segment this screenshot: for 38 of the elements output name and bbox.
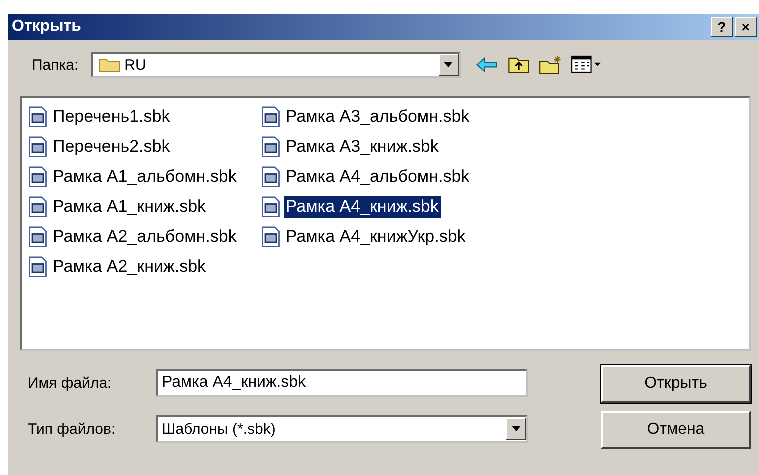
folder-label: Папка: <box>32 56 79 74</box>
file-icon <box>28 136 48 158</box>
file-name[interactable]: Рамка А2_книж.sbk <box>51 256 208 278</box>
file-name[interactable]: Рамка А2_альбомн.sbk <box>51 226 239 248</box>
folder-icon <box>98 57 121 73</box>
file-icon <box>28 166 48 188</box>
cancel-button[interactable]: Отмена <box>601 411 751 449</box>
filetype-dropdown[interactable]: Шаблоны (*.sbk) <box>156 415 528 443</box>
filename-label: Имя файла: <box>28 374 113 392</box>
file-name[interactable]: Рамка А1_альбомн.sbk <box>51 166 239 188</box>
file-name[interactable]: Рамка А1_книж.sbk <box>51 196 208 218</box>
file-icon <box>260 226 281 248</box>
file-name[interactable]: Рамка А3_книж.sbk <box>284 136 441 158</box>
window-title: Открыть <box>12 18 82 36</box>
filename-field[interactable]: Рамка А4_книж.sbk <box>156 369 528 397</box>
filetype-label: Тип файлов: <box>28 420 117 438</box>
file-icon <box>260 166 281 188</box>
view-menu-icon[interactable] <box>570 55 603 75</box>
file-name[interactable]: Рамка А4_книжУкр.sbk <box>284 226 468 248</box>
file-icon <box>28 196 48 218</box>
help-button[interactable]: ? <box>711 17 733 37</box>
file-icon <box>28 106 48 128</box>
file-name[interactable]: Рамка А4_книж.sbk <box>284 196 441 218</box>
folder-up-icon[interactable] <box>506 55 531 75</box>
open-button[interactable]: Открыть <box>601 365 751 403</box>
file-icon <box>260 196 281 218</box>
file-name[interactable]: Перечень1.sbk <box>51 106 172 128</box>
folder-dropdown[interactable]: RU <box>90 52 461 78</box>
back-arrow-icon[interactable] <box>474 55 499 75</box>
close-button[interactable]: × <box>735 17 757 37</box>
file-icon <box>260 106 281 128</box>
file-name[interactable]: Перечень2.sbk <box>51 136 172 158</box>
file-name[interactable]: Рамка А3_альбомн.sbk <box>284 106 472 128</box>
file-name[interactable]: Рамка А4_альбомн.sbk <box>284 166 472 188</box>
file-icon <box>28 256 48 278</box>
new-folder-icon[interactable] <box>538 55 563 75</box>
file-icon <box>28 226 48 248</box>
file-icon <box>260 136 281 158</box>
